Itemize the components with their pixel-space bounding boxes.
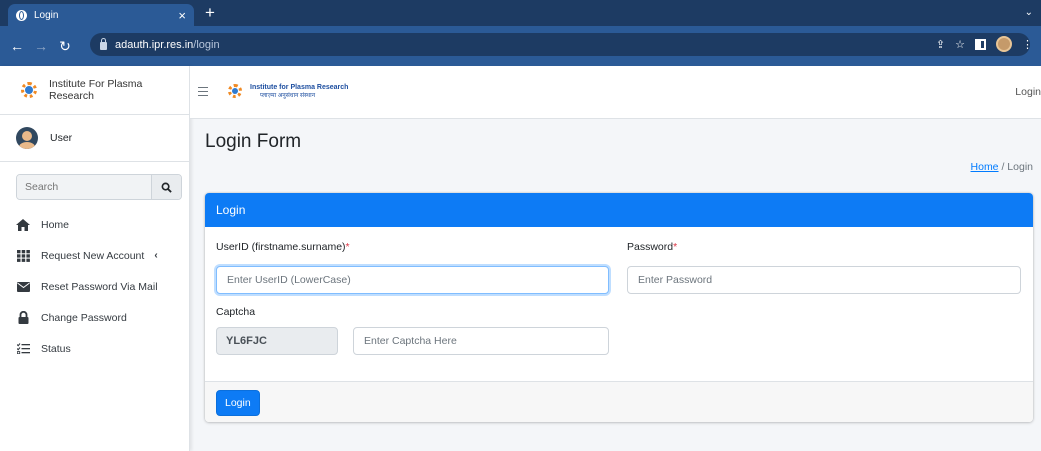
required-mark: * bbox=[345, 241, 350, 253]
ipr-logo-icon bbox=[18, 79, 40, 101]
sidebar-item-label: Status bbox=[41, 342, 71, 355]
sidebar-item-label: Home bbox=[41, 218, 70, 231]
breadcrumb-current: Login bbox=[1007, 161, 1033, 173]
userid-label: UserID (firstname.surname)* bbox=[216, 241, 350, 253]
tab-title: Login bbox=[34, 9, 59, 21]
login-card: Login UserID (firstname.surname)* Passwo… bbox=[205, 193, 1033, 422]
userid-input[interactable] bbox=[216, 266, 609, 294]
logo-text-hindi: प्लाज़्मा अनुसंधान संस्थान bbox=[260, 92, 316, 99]
sidebar-item-label: Request New Account bbox=[41, 249, 145, 262]
sidebar-item-label: Reset Password Via Mail bbox=[41, 280, 158, 293]
browser-tab[interactable]: Login × bbox=[8, 4, 194, 26]
sidebar-item-label: Change Password bbox=[41, 311, 127, 324]
browser-menu-icon[interactable]: ⋮ bbox=[1022, 38, 1033, 51]
sidebar-item-request-new-account[interactable]: Request New Account ‹ bbox=[16, 240, 186, 271]
lock-icon bbox=[100, 37, 107, 50]
new-tab-button[interactable]: + bbox=[205, 3, 215, 23]
url-path: /login bbox=[193, 38, 220, 51]
tab-close-icon[interactable]: × bbox=[178, 9, 186, 22]
login-button[interactable]: Login bbox=[216, 390, 260, 416]
hamburger-menu-icon[interactable] bbox=[198, 87, 208, 96]
user-panel[interactable]: User bbox=[0, 115, 189, 162]
globe-icon bbox=[16, 9, 27, 21]
password-input[interactable] bbox=[627, 266, 1021, 294]
sidebar-item-reset-password[interactable]: Reset Password Via Mail bbox=[16, 271, 186, 302]
captcha-code: YL6FJC bbox=[216, 327, 338, 355]
address-bar[interactable]: adauth.ipr.res.in/login bbox=[90, 33, 1030, 56]
search-input[interactable] bbox=[17, 175, 151, 199]
breadcrumb-separator: / bbox=[1001, 161, 1005, 173]
captcha-label: Captcha bbox=[216, 306, 256, 318]
card-header: Login bbox=[205, 193, 1033, 227]
avatar bbox=[16, 127, 38, 149]
sidebar-item-home[interactable]: Home bbox=[16, 209, 186, 240]
nav-login-link[interactable]: Login bbox=[1015, 86, 1041, 98]
sidebar: Institute For Plasma Research User Home … bbox=[0, 66, 190, 451]
header-logo[interactable]: Institute for Plasma Research प्लाज़्मा … bbox=[226, 82, 348, 100]
browser-tab-bar: Login × + ⌄ bbox=[0, 0, 1041, 26]
reload-icon[interactable]: ↻ bbox=[58, 38, 72, 55]
card-footer: Login bbox=[205, 381, 1033, 422]
list-check-icon bbox=[16, 342, 30, 356]
forward-arrow-icon[interactable]: → bbox=[34, 38, 48, 54]
ipr-logo-icon bbox=[226, 82, 244, 100]
profile-avatar-icon[interactable] bbox=[996, 36, 1012, 52]
back-arrow-icon[interactable]: ← bbox=[10, 38, 24, 54]
required-mark: * bbox=[673, 241, 678, 253]
search-button[interactable] bbox=[151, 175, 181, 199]
breadcrumb-home-link[interactable]: Home bbox=[971, 161, 999, 173]
sidebar-item-status[interactable]: Status bbox=[16, 333, 186, 364]
tab-list-chevron-icon[interactable]: ⌄ bbox=[1025, 7, 1033, 18]
sidebar-brand[interactable]: Institute For Plasma Research bbox=[0, 66, 189, 115]
page-title: Login Form bbox=[205, 131, 302, 152]
browser-actions: ⇪ ☆ ⋮ bbox=[936, 36, 1033, 52]
browser-toolbar: ← → ↻ adauth.ipr.res.in/login ⇪ ☆ ⋮ bbox=[0, 26, 1041, 66]
envelope-icon bbox=[16, 280, 30, 294]
share-icon[interactable]: ⇪ bbox=[936, 38, 945, 51]
home-icon bbox=[16, 218, 30, 232]
user-name: User bbox=[50, 132, 73, 144]
bookmark-star-icon[interactable]: ☆ bbox=[955, 38, 965, 51]
captcha-input[interactable] bbox=[353, 327, 609, 355]
lock-icon bbox=[16, 311, 30, 325]
chevron-left-icon: ‹ bbox=[154, 250, 158, 261]
side-panel-icon[interactable] bbox=[975, 38, 986, 50]
breadcrumb: Home / Login bbox=[971, 161, 1033, 173]
sidebar-search bbox=[16, 174, 182, 200]
search-icon bbox=[161, 182, 172, 193]
grid-icon bbox=[16, 249, 30, 263]
sidebar-menu: Home Request New Account ‹ Reset Passwor… bbox=[16, 209, 186, 364]
password-label: Password* bbox=[627, 241, 678, 253]
top-navbar: Institute for Plasma Research प्लाज़्मा … bbox=[190, 66, 1041, 119]
url-host: adauth.ipr.res.in bbox=[115, 38, 194, 51]
sidebar-item-change-password[interactable]: Change Password bbox=[16, 302, 186, 333]
brand-text: Institute For Plasma Research bbox=[49, 78, 143, 102]
logo-text-english: Institute for Plasma Research bbox=[250, 83, 349, 91]
